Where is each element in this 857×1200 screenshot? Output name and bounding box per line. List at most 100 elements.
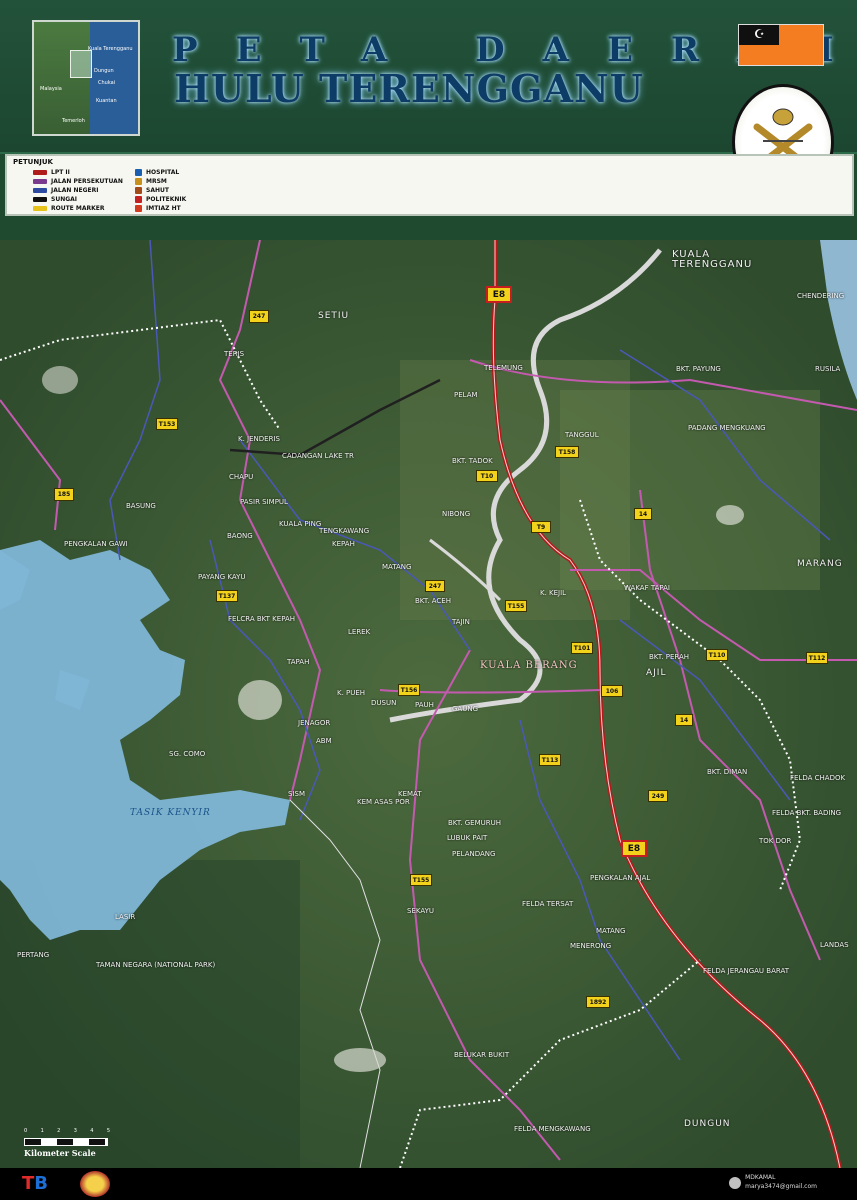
sahut-icon bbox=[135, 187, 142, 194]
place-label: SG. COMO bbox=[169, 750, 206, 758]
place-label: ABM bbox=[316, 737, 332, 745]
scale-tick-label: 1 bbox=[40, 1128, 44, 1134]
legend-item: MRSM bbox=[135, 177, 167, 186]
credit-name: MDKAMAL bbox=[745, 1174, 776, 1181]
route-marker: T110 bbox=[706, 649, 728, 661]
cloud-patch bbox=[42, 366, 78, 394]
place-label: CADANGAN LAKE TR bbox=[282, 452, 354, 460]
legend-title: PETUNJUK bbox=[13, 158, 53, 166]
route-marker: 106 bbox=[601, 685, 623, 697]
kilometer-scale: 0 1 2 3 4 5 Kilometer Scale bbox=[24, 1128, 116, 1164]
scale-tick-label: 4 bbox=[90, 1128, 94, 1134]
place-label: NIBONG bbox=[442, 510, 471, 518]
place-label: TAMAN NEGARA (NATIONAL PARK) bbox=[96, 961, 216, 969]
inset-label: Temerloh bbox=[62, 118, 85, 124]
route-marker: T155 bbox=[410, 874, 432, 886]
place-label: K. KEJIL bbox=[540, 589, 567, 597]
place-label: CHAPU bbox=[229, 473, 254, 481]
place-label: LEREK bbox=[348, 628, 371, 636]
place-label: TAJIN bbox=[452, 618, 470, 626]
legend-item: LPT II bbox=[33, 168, 70, 177]
place-label: BKT. PAYUNG bbox=[676, 365, 721, 373]
place-label: TERIS bbox=[224, 350, 245, 358]
place-label: DUNGUN bbox=[684, 1119, 731, 1129]
place-label: KUALA TERENGGANU bbox=[672, 249, 753, 270]
place-label: DUSUN bbox=[371, 699, 397, 707]
place-label: PASIR SIMPUL bbox=[240, 498, 288, 506]
cloud-patch bbox=[238, 680, 282, 720]
route-marker: E8 bbox=[486, 286, 512, 303]
place-label: TOK DOR bbox=[759, 837, 792, 845]
scale-caption: Kilometer Scale bbox=[24, 1148, 96, 1158]
legend-label: JALAN PERSEKUTUAN bbox=[51, 178, 123, 185]
legend-label: HOSPITAL bbox=[146, 169, 180, 176]
route-marker: T9 bbox=[531, 521, 551, 533]
place-label: K. PUEH bbox=[337, 689, 366, 697]
route-marker: 249 bbox=[648, 790, 668, 802]
place-label: KUALA PING bbox=[279, 520, 322, 528]
scale-tick-label: 3 bbox=[73, 1128, 77, 1134]
legend-item: JALAN NEGERI bbox=[33, 186, 98, 195]
place-label: FELCRA BKT KEPAH bbox=[228, 615, 296, 623]
place-label: MARANG bbox=[797, 559, 843, 569]
inset-label: Malaysia bbox=[40, 86, 62, 92]
legend-line-symbol bbox=[33, 170, 47, 175]
place-label: PENGKALAN GAWI bbox=[64, 540, 128, 548]
legend-label: POLITEKNIK bbox=[146, 196, 187, 203]
place-label: TANGGUL bbox=[565, 431, 599, 439]
terengganu-flag: ☪ bbox=[738, 24, 824, 66]
credit-email[interactable]: marya3474@gmail.com bbox=[745, 1182, 817, 1191]
place-label: FELDA JERANGAU BARAT bbox=[703, 967, 789, 975]
tb-logo-t: T bbox=[22, 1173, 35, 1194]
route-marker: 185 bbox=[54, 488, 74, 501]
route-marker: 14 bbox=[634, 508, 652, 520]
footer-bar: TB MDKAMAL marya3474@gmail.com bbox=[0, 1168, 857, 1200]
inset-highlight-area bbox=[70, 50, 92, 78]
flag-canton: ☪ bbox=[739, 25, 779, 45]
place-label: AJIL bbox=[646, 668, 667, 678]
route-marker: T137 bbox=[216, 590, 238, 602]
inset-label: Chukai bbox=[98, 80, 116, 86]
legend-label: SUNGAI bbox=[51, 196, 78, 203]
place-label: BELUKAR BUKIT bbox=[454, 1051, 510, 1059]
farmland-area bbox=[560, 390, 820, 590]
route-marker: T10 bbox=[476, 470, 498, 482]
legend-item: JALAN PERSEKUTUAN bbox=[33, 177, 123, 186]
place-label: CHENDERING bbox=[797, 292, 845, 300]
place-label: MENERONG bbox=[570, 942, 612, 950]
place-label: PAYANG KAYU bbox=[198, 573, 246, 581]
satellite-map[interactable]: KUALA TERENGGANU SETIU TELEMUNG PELAM BKT. P… bbox=[0, 240, 857, 1168]
place-label: BKT. ACEH bbox=[415, 597, 451, 605]
place-label: FELDA TERSAT bbox=[522, 900, 574, 908]
place-label: FELDA CHADOK bbox=[790, 774, 846, 782]
place-label: FELDA MENGKAWANG bbox=[514, 1125, 591, 1133]
place-label: PELANDANG bbox=[452, 850, 496, 858]
scale-tick-label: 0 bbox=[24, 1128, 28, 1134]
place-label: LASIR bbox=[115, 913, 136, 921]
place-label: GAUNG bbox=[452, 705, 478, 713]
place-label: PELAM bbox=[454, 391, 478, 399]
legend-item: SUNGAI bbox=[33, 195, 77, 204]
map-header: Kuala Terengganu Dungun Chukai Kuantan M… bbox=[0, 0, 857, 240]
place-label: SISM bbox=[288, 790, 305, 798]
legend-label: IMTIAZ HT bbox=[146, 205, 181, 212]
place-label: WAKAF TAPAI bbox=[624, 584, 670, 592]
map-title-line1: PETA DAERAH bbox=[172, 30, 857, 70]
place-label: TASIK KENYIR bbox=[130, 808, 211, 818]
inset-label: Kuantan bbox=[96, 98, 117, 104]
route-marker: 1892 bbox=[586, 996, 610, 1008]
place-label: TENGKAWANG bbox=[319, 527, 370, 535]
inset-label: Dungun bbox=[94, 68, 114, 74]
map-legend: PETUNJUK LPT II JALAN PERSEKUTUAN JALAN NE… bbox=[5, 154, 854, 216]
place-label: PERTANG bbox=[17, 951, 50, 959]
place-label: MATANG bbox=[596, 927, 626, 935]
legend-label: LPT II bbox=[51, 169, 70, 176]
malaysia-emblem-icon bbox=[80, 1171, 110, 1197]
imtiaz-icon bbox=[135, 205, 142, 212]
place-label: KEMAT bbox=[398, 790, 422, 798]
place-label: TAPAH bbox=[287, 658, 310, 666]
place-label: BKT. DIMAN bbox=[707, 768, 748, 776]
place-label: LUBUK PAIT bbox=[447, 834, 488, 842]
mrsm-icon bbox=[135, 178, 142, 185]
scale-tick-label: 2 bbox=[57, 1128, 61, 1134]
